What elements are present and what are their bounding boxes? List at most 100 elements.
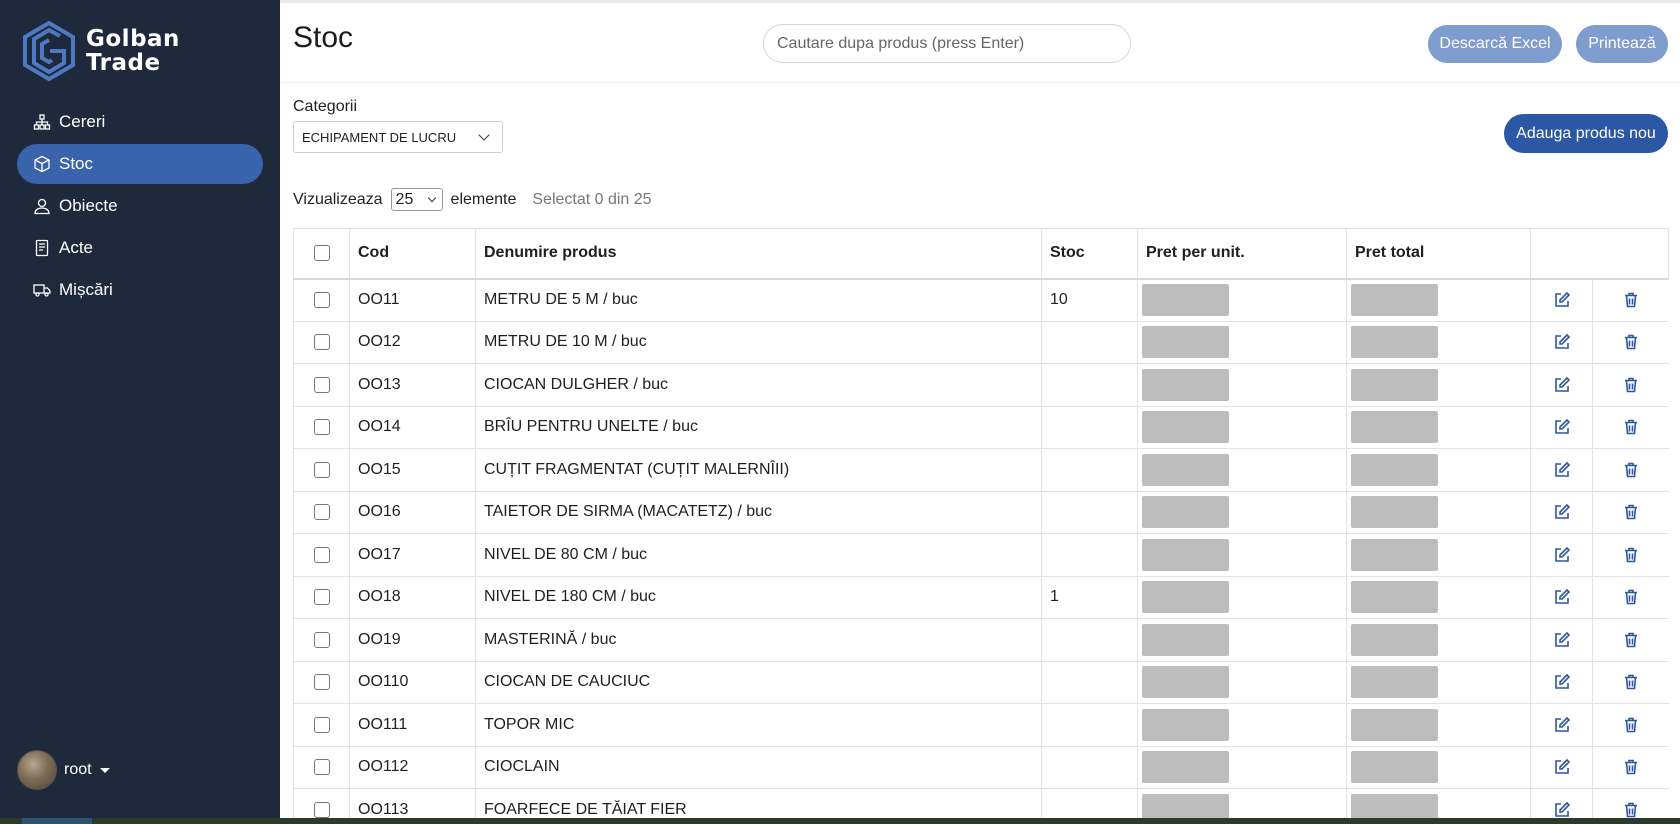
edit-cell: [1530, 406, 1593, 449]
product-code: OO13: [349, 363, 476, 407]
category-select[interactable]: ECHIPAMENT DE LUCRU: [293, 121, 503, 153]
trash-icon[interactable]: [1622, 716, 1640, 733]
product-name: METRU DE 10 M / buc: [475, 321, 1042, 364]
redacted-unit-price: [1142, 453, 1229, 486]
sidebar-item-acte[interactable]: Acte: [17, 228, 263, 268]
trash-icon[interactable]: [1622, 631, 1640, 648]
trash-icon[interactable]: [1622, 461, 1640, 478]
edit-icon[interactable]: [1553, 673, 1571, 690]
edit-icon[interactable]: [1553, 631, 1571, 648]
total-price-cell: [1346, 406, 1531, 449]
product-stock: [1041, 448, 1138, 492]
edit-cell: [1530, 703, 1593, 747]
column-header-unit-price[interactable]: Pret per unit.: [1137, 228, 1347, 280]
delete-cell: [1592, 491, 1669, 534]
search-input[interactable]: [763, 24, 1131, 63]
row-checkbox[interactable]: [313, 291, 330, 308]
product-stock: [1041, 661, 1138, 704]
row-checkbox[interactable]: [313, 716, 330, 733]
table-row: OO19 MASTERINĂ / buc: [293, 618, 1669, 662]
table-row: OO13 CIOCAN DULGHER / buc: [293, 363, 1669, 407]
delete-cell: [1592, 278, 1669, 322]
column-header-total-price[interactable]: Pret total: [1346, 228, 1531, 280]
trash-icon[interactable]: [1622, 418, 1640, 435]
trash-icon[interactable]: [1622, 376, 1640, 393]
table-row: OO11 METRU DE 5 M / buc 10: [293, 278, 1669, 322]
edit-icon[interactable]: [1553, 461, 1571, 478]
edit-icon[interactable]: [1553, 758, 1571, 775]
redacted-unit-price: [1142, 284, 1229, 316]
row-select-cell: [293, 746, 350, 789]
trash-icon[interactable]: [1622, 291, 1640, 308]
trash-icon[interactable]: [1622, 588, 1640, 605]
row-checkbox[interactable]: [313, 674, 330, 691]
delete-cell: [1592, 533, 1669, 577]
delete-cell: [1592, 661, 1669, 704]
row-checkbox[interactable]: [313, 334, 330, 351]
total-price-cell: [1346, 491, 1531, 534]
edit-icon[interactable]: [1553, 291, 1571, 308]
brand-line1: Golban: [86, 26, 180, 52]
product-stock: [1041, 491, 1138, 534]
chevron-down-icon: [478, 129, 490, 141]
row-checkbox[interactable]: [313, 801, 330, 818]
delete-cell: [1592, 406, 1669, 449]
sidebar-item-obiecte[interactable]: Obiecte: [17, 186, 263, 226]
row-checkbox[interactable]: [313, 419, 330, 436]
column-header-actions: [1530, 228, 1669, 280]
edit-icon[interactable]: [1553, 801, 1571, 818]
sidebar-item-cereri[interactable]: Cereri: [17, 102, 263, 142]
user-menu[interactable]: root: [17, 750, 110, 790]
trash-icon[interactable]: [1622, 673, 1640, 690]
product-stock: [1041, 363, 1138, 407]
row-checkbox[interactable]: [313, 504, 330, 521]
add-product-button[interactable]: Adauga produs nou: [1504, 114, 1668, 153]
edit-icon[interactable]: [1553, 546, 1571, 563]
user-icon: [34, 198, 50, 215]
redacted-total-price: [1351, 538, 1438, 571]
column-header-stock[interactable]: Stoc: [1041, 228, 1138, 280]
main-content: Stoc Descarcă Excel Printează Categorii …: [280, 0, 1680, 818]
table-row: OO18 NIVEL DE 180 CM / buc 1: [293, 576, 1669, 619]
trash-icon[interactable]: [1622, 758, 1640, 775]
select-all-checkbox[interactable]: [313, 245, 330, 262]
sidebar-item-stoc[interactable]: Stoc: [17, 144, 263, 184]
print-button[interactable]: Printează: [1576, 25, 1668, 63]
total-price-cell: [1346, 533, 1531, 577]
edit-cell: [1530, 321, 1593, 364]
product-code: OO112: [349, 746, 476, 789]
trash-icon[interactable]: [1622, 503, 1640, 520]
logo[interactable]: Golban Trade: [22, 20, 180, 82]
row-checkbox[interactable]: [313, 589, 330, 606]
redacted-total-price: [1351, 708, 1438, 741]
edit-icon[interactable]: [1553, 333, 1571, 350]
page-size-select[interactable]: 25: [390, 188, 443, 211]
desktop-background: [0, 818, 1680, 824]
table-row: OO110 CIOCAN DE CAUCIUC: [293, 661, 1669, 704]
row-checkbox[interactable]: [313, 759, 330, 776]
column-header-code[interactable]: Cod: [349, 228, 476, 280]
trash-icon[interactable]: [1622, 801, 1640, 818]
column-header-name[interactable]: Denumire produs: [475, 228, 1042, 280]
download-excel-button[interactable]: Descarcă Excel: [1428, 25, 1562, 63]
row-checkbox[interactable]: [313, 461, 330, 478]
trash-icon[interactable]: [1622, 333, 1640, 350]
sidebar-item-miscari[interactable]: Mișcări: [17, 270, 263, 310]
trash-icon[interactable]: [1622, 546, 1640, 563]
row-checkbox[interactable]: [313, 376, 330, 393]
user-name: root: [64, 761, 92, 778]
unit-price-cell: [1137, 278, 1347, 322]
row-select-cell: [293, 363, 350, 407]
logo-mark-icon: [23, 20, 75, 82]
edit-icon[interactable]: [1553, 503, 1571, 520]
row-checkbox[interactable]: [313, 546, 330, 563]
product-stock: [1041, 788, 1138, 818]
row-select-cell: [293, 448, 350, 492]
redacted-unit-price: [1142, 368, 1229, 401]
edit-icon[interactable]: [1553, 418, 1571, 435]
avatar: [17, 750, 57, 790]
row-checkbox[interactable]: [313, 631, 330, 648]
edit-icon[interactable]: [1553, 376, 1571, 393]
edit-icon[interactable]: [1553, 716, 1571, 733]
edit-icon[interactable]: [1553, 588, 1571, 605]
